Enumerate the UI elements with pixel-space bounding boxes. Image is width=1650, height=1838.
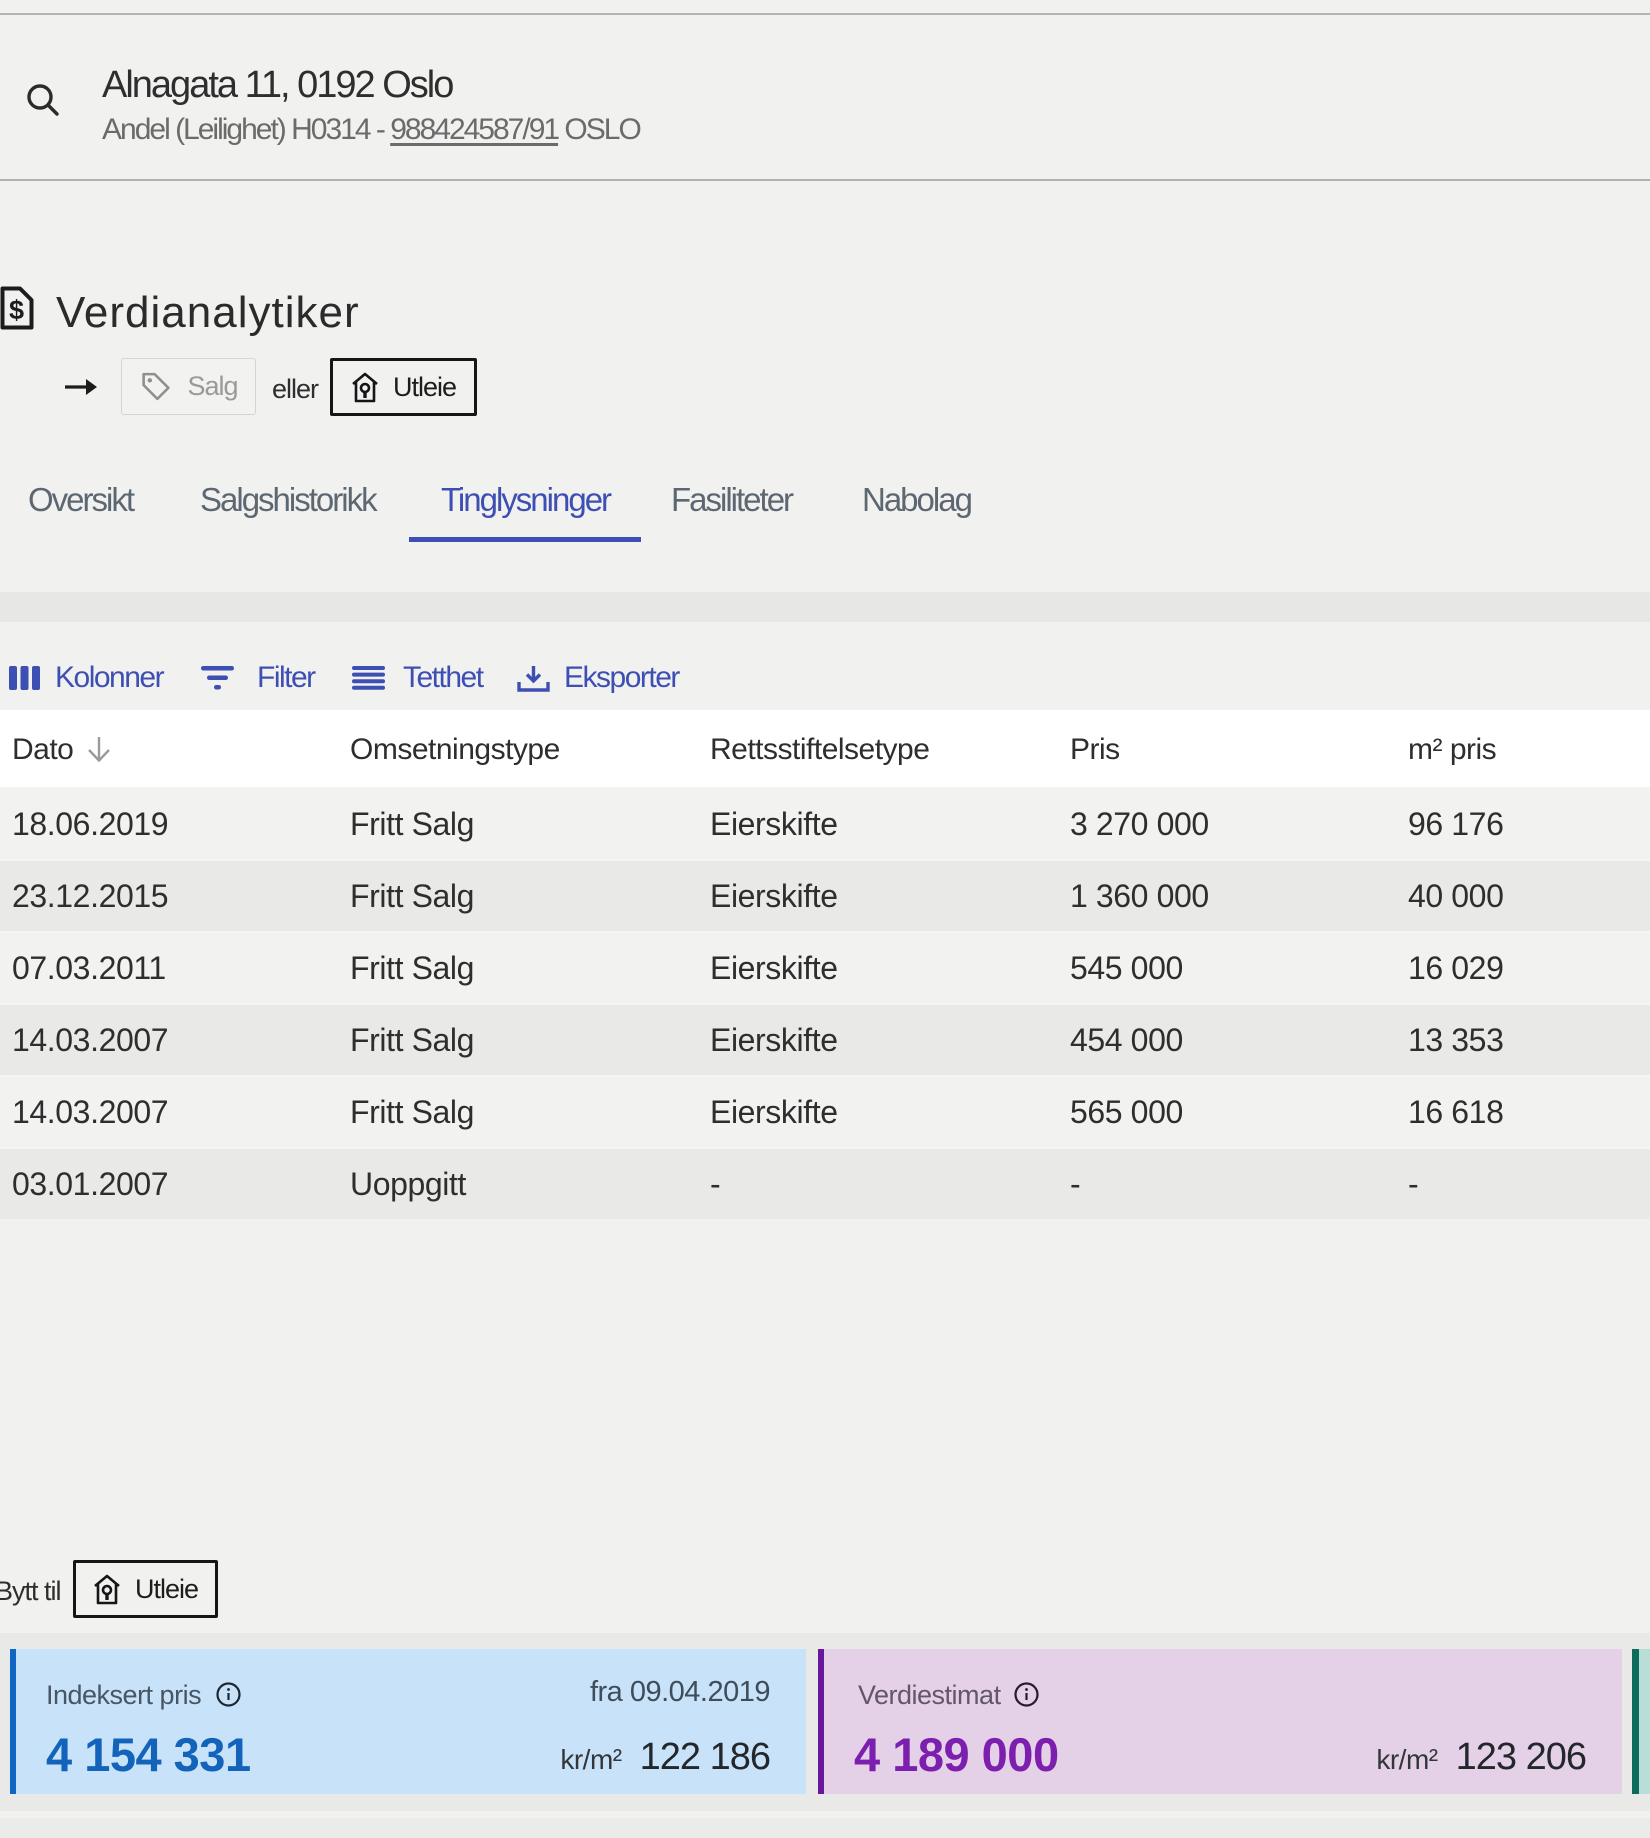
svg-text:$: $ (9, 295, 24, 325)
